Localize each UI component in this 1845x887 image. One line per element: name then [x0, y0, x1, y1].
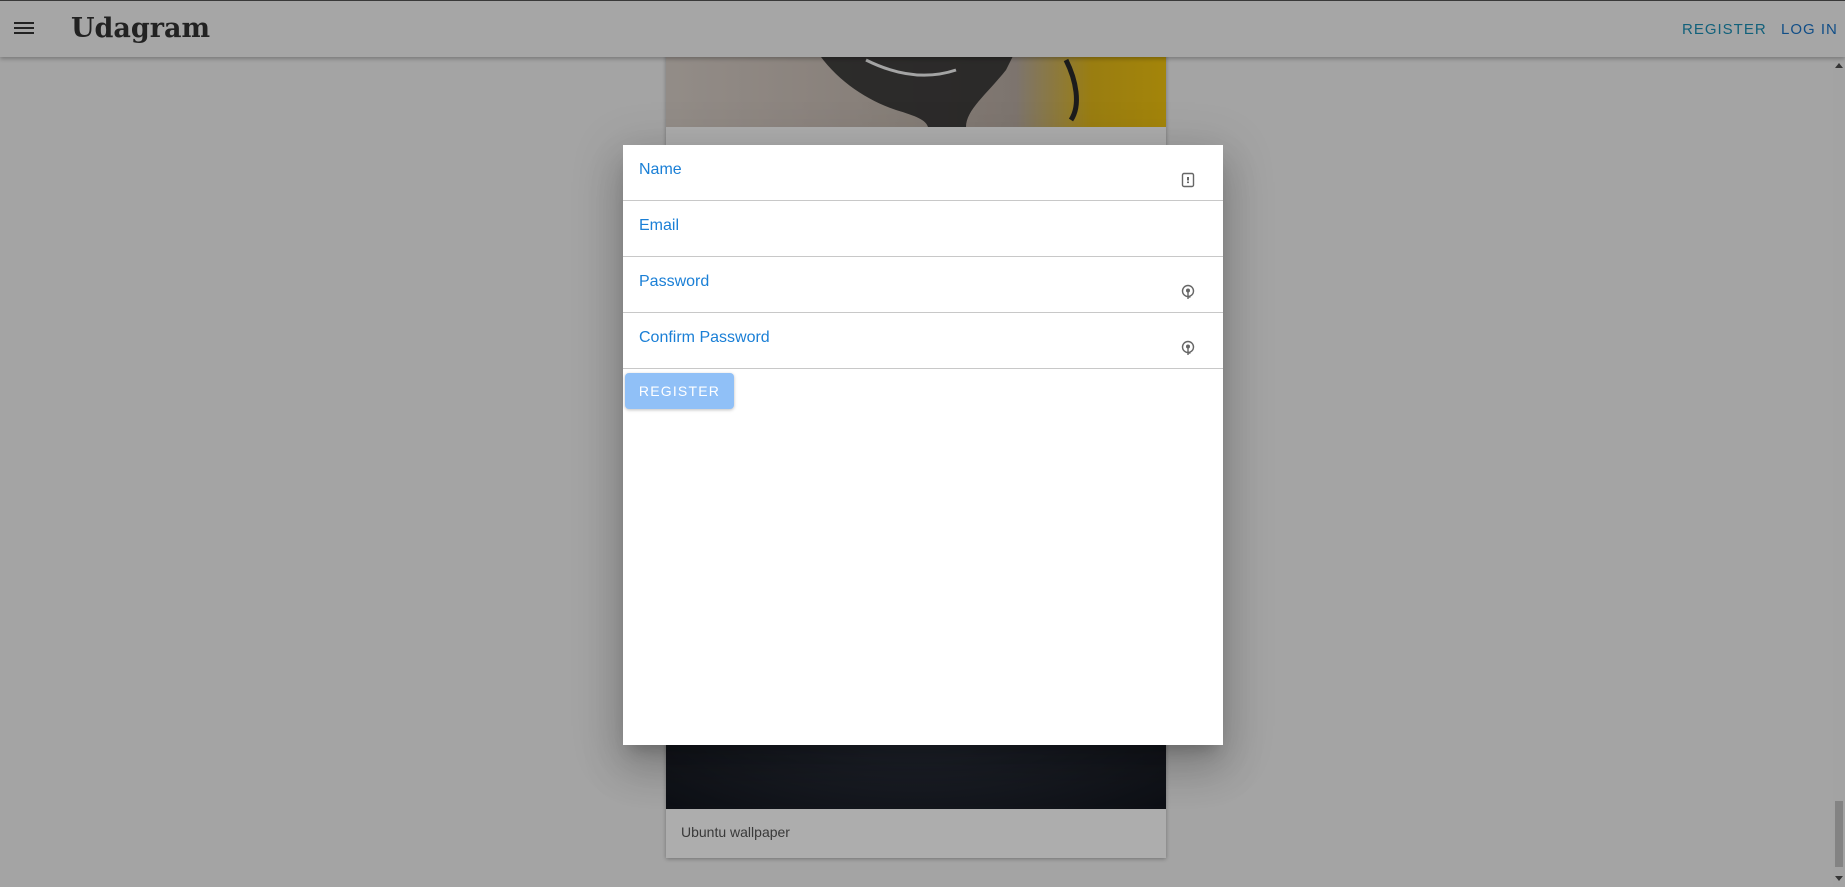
- register-submit-button[interactable]: REGISTER: [625, 373, 734, 409]
- email-input[interactable]: [639, 229, 1163, 253]
- email-field[interactable]: Email: [623, 201, 1223, 257]
- name-input[interactable]: [639, 173, 1163, 197]
- register-dialog: Name Email Password Confirm Password REG…: [623, 145, 1223, 745]
- password-field[interactable]: Password: [623, 257, 1223, 313]
- register-form: Name Email Password Confirm Password REG…: [623, 145, 1223, 409]
- id-badge-icon: [1180, 171, 1196, 189]
- key-icon: [1180, 283, 1196, 301]
- confirm-password-field[interactable]: Confirm Password: [623, 313, 1223, 369]
- key-icon: [1180, 339, 1196, 357]
- password-input[interactable]: [639, 285, 1163, 309]
- confirm-password-input[interactable]: [639, 341, 1163, 365]
- name-field[interactable]: Name: [623, 145, 1223, 201]
